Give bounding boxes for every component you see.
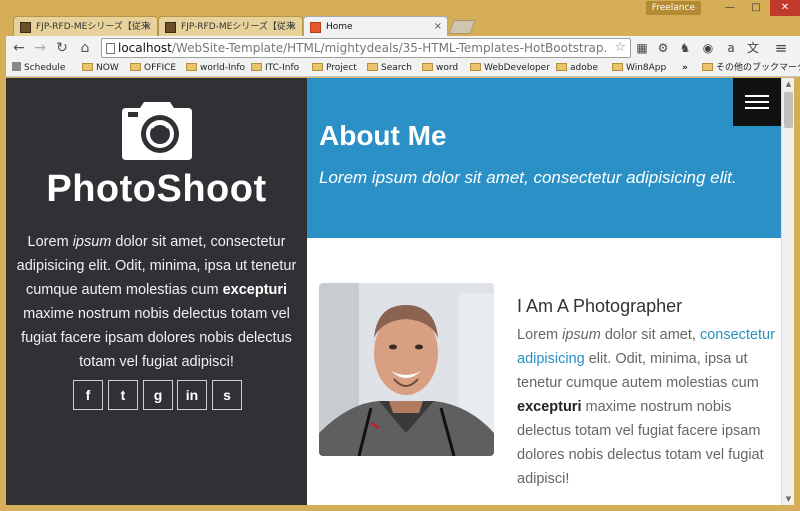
bookmark-label: Win8App xyxy=(626,63,667,73)
browser-toolbar: ← → ↻ ⌂ localhost/WebSite-Template/HTML/… xyxy=(5,36,800,60)
reload-icon[interactable]: ↻ xyxy=(52,38,72,58)
hero-tagline: Lorem ipsum dolor sit amet, consectetur … xyxy=(319,168,737,187)
address-bar[interactable]: localhost/WebSite-Template/HTML/mightyde… xyxy=(101,38,631,58)
facebook-icon[interactable]: f xyxy=(73,380,103,410)
bookmark-label: Project xyxy=(326,63,357,73)
folder-icon xyxy=(82,63,93,71)
forward-arrow-icon[interactable]: → xyxy=(30,38,50,58)
folder-icon xyxy=(312,63,323,71)
intro-text: Lorem ipsum dolor sit amet, consectetur … xyxy=(16,234,297,370)
bookmark-item[interactable]: adobe xyxy=(556,60,598,76)
bookmark-item[interactable]: Search xyxy=(367,60,412,76)
other-bookmarks[interactable]: その他のブックマーク xyxy=(702,60,800,76)
bookmarks-bar: Schedule NOW OFFICE world-Info ITC-Info … xyxy=(5,60,800,77)
translate-icon[interactable]: 文 xyxy=(744,39,762,57)
tab-item[interactable]: FJP-RFD-MEシリーズ【従来 × xyxy=(13,16,158,36)
tab-close-icon[interactable]: × xyxy=(144,17,152,36)
google-icon[interactable]: g xyxy=(143,380,173,410)
extension-icon[interactable]: ◉ xyxy=(699,39,717,57)
gear-icon[interactable]: ⚙ xyxy=(654,39,672,57)
twitter-icon[interactable]: t xyxy=(108,380,138,410)
bookmark-item[interactable]: Project xyxy=(312,60,357,76)
tab-item[interactable]: FJP-RFD-MEシリーズ【従来 × xyxy=(158,16,303,36)
tab-close-icon[interactable]: × xyxy=(434,17,442,36)
bookmark-label: ITC-Info xyxy=(265,63,300,73)
back-arrow-icon[interactable]: ← xyxy=(9,38,29,58)
bookmark-label: NOW xyxy=(96,63,119,73)
camera-logo-icon xyxy=(122,102,192,160)
extension-icon[interactable]: ♞ xyxy=(676,39,694,57)
chrome-menu-icon[interactable]: ≡ xyxy=(772,39,790,57)
bookmark-item[interactable]: ITC-Info xyxy=(251,60,299,76)
bookmark-label: Search xyxy=(381,63,412,73)
folder-icon xyxy=(251,63,262,71)
folder-icon xyxy=(702,63,713,71)
bookmark-item[interactable]: WebDeveloper xyxy=(470,60,550,76)
bookmark-label: WebDeveloper xyxy=(484,63,550,73)
skype-icon[interactable]: s xyxy=(212,380,242,410)
tab-item-active[interactable]: Home × xyxy=(303,16,448,36)
hamburger-menu-icon[interactable] xyxy=(733,78,781,126)
page-scrollbar[interactable]: ▲ ▼ xyxy=(781,78,794,505)
extension-icon[interactable]: ▦ xyxy=(633,39,651,57)
url-path: /WebSite-Template/HTML/mightydeals/35-HT… xyxy=(171,41,608,55)
folder-icon xyxy=(556,63,567,71)
scroll-thumb[interactable] xyxy=(784,92,793,128)
apps-icon xyxy=(12,62,21,71)
bookmark-label: adobe xyxy=(570,63,598,73)
other-bookmarks-label: その他のブックマーク xyxy=(716,63,800,73)
bookmark-item[interactable]: OFFICE xyxy=(130,60,176,76)
html5-favicon-icon xyxy=(310,22,321,33)
folder-icon xyxy=(422,63,433,71)
bookmark-item[interactable]: Win8App xyxy=(612,60,666,76)
page-title: About Me xyxy=(319,120,447,151)
page-icon xyxy=(106,43,115,54)
brand-name[interactable]: PhotoShoot xyxy=(6,168,307,211)
bookmark-label: Schedule xyxy=(24,63,66,73)
url-host: localhost xyxy=(118,41,172,55)
bookmark-label: word xyxy=(436,63,459,73)
linkedin-icon[interactable]: in xyxy=(177,380,207,410)
about-text: Lorem ipsum dolor sit amet, consectetur … xyxy=(517,327,775,487)
bookmark-label: world-Info xyxy=(200,63,246,73)
tab-label: FJP-RFD-MEシリーズ【従来 xyxy=(36,22,150,32)
bookmark-label: OFFICE xyxy=(144,63,177,73)
about-heading: I Am A Photographer xyxy=(517,296,683,316)
tab-close-icon[interactable]: × xyxy=(289,17,297,36)
folder-icon xyxy=(612,63,623,71)
folder-icon xyxy=(186,63,197,71)
scroll-up-icon[interactable]: ▲ xyxy=(782,78,795,90)
home-icon[interactable]: ⌂ xyxy=(75,38,95,58)
new-tab-button[interactable] xyxy=(448,20,476,34)
bookmark-item[interactable]: Schedule xyxy=(12,60,65,76)
photographer-portrait xyxy=(319,283,494,456)
tab-label: Home xyxy=(326,22,353,32)
tab-label: FJP-RFD-MEシリーズ【従来 xyxy=(181,22,295,32)
bookmark-star-icon[interactable]: ☆ xyxy=(614,39,626,57)
tab-strip: FJP-RFD-MEシリーズ【従来 × FJP-RFD-MEシリーズ【従来 × … xyxy=(0,14,800,36)
hero-banner: About Me Lorem ipsum dolor sit amet, con… xyxy=(307,78,781,238)
browser-window: Freelance — □ ✕ FJP-RFD-MEシリーズ【従来 × FJP-… xyxy=(0,0,800,511)
page-favicon-icon xyxy=(20,22,31,33)
folder-icon xyxy=(130,63,141,71)
page-viewport: PhotoShoot Lorem ipsum dolor sit amet, c… xyxy=(6,78,781,505)
page-favicon-icon xyxy=(165,22,176,33)
bookmark-item[interactable]: world-Info xyxy=(186,60,245,76)
bookmarks-overflow-button[interactable]: » xyxy=(682,60,688,76)
bookmark-item[interactable]: NOW xyxy=(82,60,119,76)
profile-badge[interactable]: Freelance xyxy=(645,1,701,15)
bookmark-item[interactable]: word xyxy=(422,60,458,76)
amazon-icon[interactable]: a xyxy=(722,39,740,57)
sidebar: PhotoShoot Lorem ipsum dolor sit amet, c… xyxy=(6,78,307,505)
folder-icon xyxy=(367,63,378,71)
scroll-down-icon[interactable]: ▼ xyxy=(782,493,795,505)
folder-icon xyxy=(470,63,481,71)
